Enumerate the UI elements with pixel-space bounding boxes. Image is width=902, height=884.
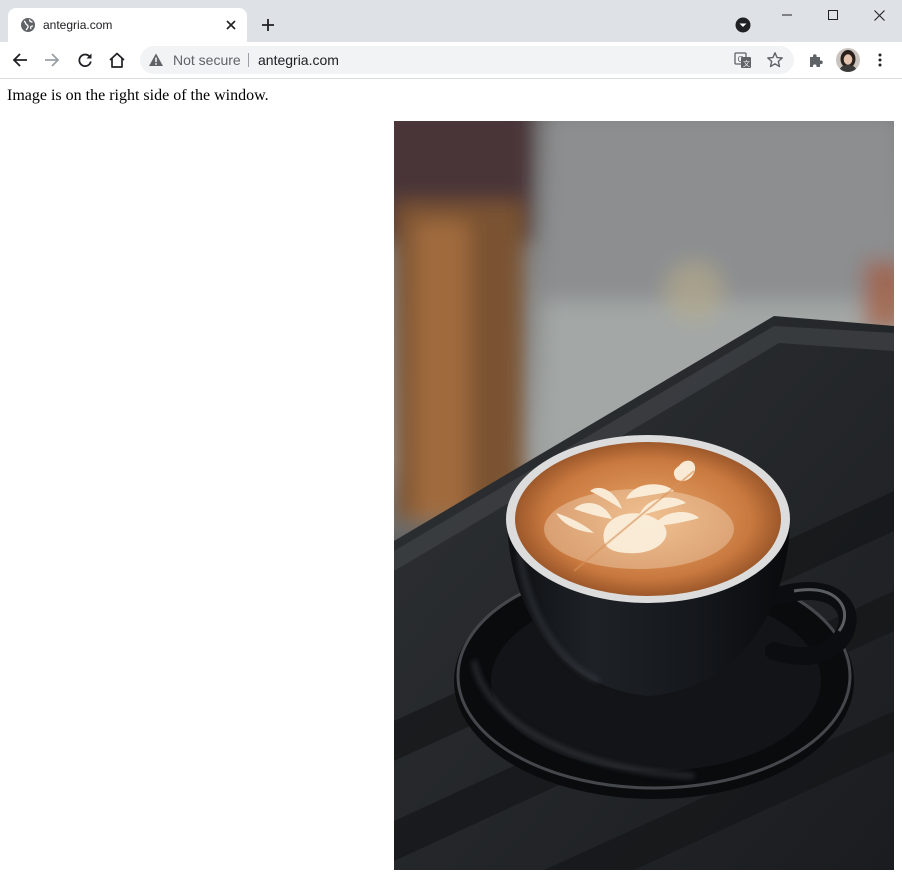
chevron-down-icon[interactable] (733, 15, 753, 35)
browser-toolbar: Not secure antegria.com G 文 (0, 42, 902, 79)
translate-icon[interactable]: G 文 (734, 51, 752, 69)
plus-icon[interactable] (256, 13, 280, 37)
avatar[interactable] (836, 48, 860, 72)
more-vert-icon[interactable] (866, 46, 894, 74)
arrow-right-icon[interactable] (38, 46, 66, 74)
tab-strip: antegria.com (0, 0, 902, 42)
close-icon[interactable] (856, 0, 902, 30)
tab-title: antegria.com (43, 18, 113, 32)
warning-icon[interactable] (148, 52, 164, 68)
address-bar[interactable]: Not secure antegria.com G 文 (140, 46, 794, 74)
divider (248, 53, 249, 67)
minimize-icon[interactable] (764, 0, 810, 30)
page-text: Image is on the right side of the window… (7, 87, 269, 104)
security-status[interactable]: Not secure (173, 52, 241, 68)
close-icon[interactable] (221, 15, 241, 35)
globe-icon (20, 17, 36, 33)
svg-text:文: 文 (743, 59, 750, 68)
puzzle-icon[interactable] (802, 46, 830, 74)
url-text[interactable]: antegria.com (258, 52, 339, 68)
reload-icon[interactable] (71, 46, 99, 74)
browser-tab[interactable]: antegria.com (8, 8, 247, 42)
maximize-icon[interactable] (810, 0, 856, 30)
home-icon[interactable] (103, 46, 131, 74)
coffee-cup-photo (394, 121, 894, 870)
arrow-left-icon[interactable] (6, 46, 34, 74)
star-icon[interactable] (766, 51, 784, 69)
